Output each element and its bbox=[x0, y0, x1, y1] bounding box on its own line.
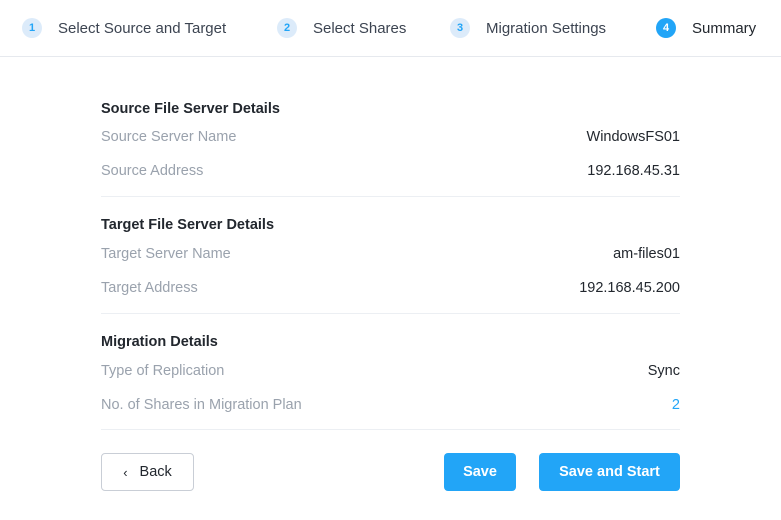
detail-value: Sync bbox=[647, 363, 680, 379]
detail-label: Source Server Name bbox=[101, 129, 237, 145]
detail-row-target-server-name: Target Server Name am-files01 bbox=[101, 246, 680, 266]
detail-value: 192.168.45.31 bbox=[587, 163, 680, 179]
migration-section-title: Migration Details bbox=[101, 334, 218, 350]
detail-value: 192.168.45.200 bbox=[579, 280, 680, 296]
step-select-shares[interactable]: 2 Select Shares bbox=[277, 17, 406, 39]
section-divider bbox=[101, 429, 680, 430]
back-button-label: Back bbox=[139, 464, 172, 480]
detail-label: Target Address bbox=[101, 280, 198, 296]
step-number-badge: 1 bbox=[22, 18, 42, 38]
back-button[interactable]: ‹ Back bbox=[101, 453, 194, 491]
step-label: Select Shares bbox=[313, 19, 407, 37]
wizard-stepper: 1 Select Source and Target 2 Select Shar… bbox=[0, 0, 781, 57]
section-divider bbox=[101, 196, 680, 197]
chevron-left-icon: ‹ bbox=[123, 464, 128, 480]
detail-value: WindowsFS01 bbox=[586, 129, 680, 145]
detail-row-target-address: Target Address 192.168.45.200 bbox=[101, 280, 680, 300]
detail-label: Target Server Name bbox=[101, 246, 231, 262]
detail-label: Type of Replication bbox=[101, 363, 225, 379]
save-button[interactable]: Save bbox=[444, 453, 516, 491]
step-label: Summary bbox=[692, 19, 757, 37]
detail-value: am-files01 bbox=[613, 246, 680, 262]
step-number-badge: 2 bbox=[277, 18, 297, 38]
step-label: Migration Settings bbox=[486, 19, 607, 37]
step-summary[interactable]: 4 Summary bbox=[656, 17, 756, 39]
detail-row-source-server-name: Source Server Name WindowsFS01 bbox=[101, 129, 680, 149]
detail-row-share-count: No. of Shares in Migration Plan 2 bbox=[101, 397, 680, 417]
detail-label: Source Address bbox=[101, 163, 204, 179]
step-number-badge: 3 bbox=[450, 18, 470, 38]
save-and-start-button[interactable]: Save and Start bbox=[539, 453, 680, 491]
detail-row-replication-type: Type of Replication Sync bbox=[101, 363, 680, 383]
step-number-badge: 4 bbox=[656, 18, 676, 38]
section-divider bbox=[101, 313, 680, 314]
step-migration-settings[interactable]: 3 Migration Settings bbox=[450, 17, 606, 39]
source-section-title: Source File Server Details bbox=[101, 101, 280, 117]
detail-row-source-address: Source Address 192.168.45.31 bbox=[101, 163, 680, 183]
target-section-title: Target File Server Details bbox=[101, 217, 275, 233]
step-select-source-target[interactable]: 1 Select Source and Target bbox=[22, 17, 226, 39]
detail-label: No. of Shares in Migration Plan bbox=[101, 397, 302, 413]
step-label: Select Source and Target bbox=[58, 19, 227, 37]
share-count-link[interactable]: 2 bbox=[672, 397, 680, 413]
